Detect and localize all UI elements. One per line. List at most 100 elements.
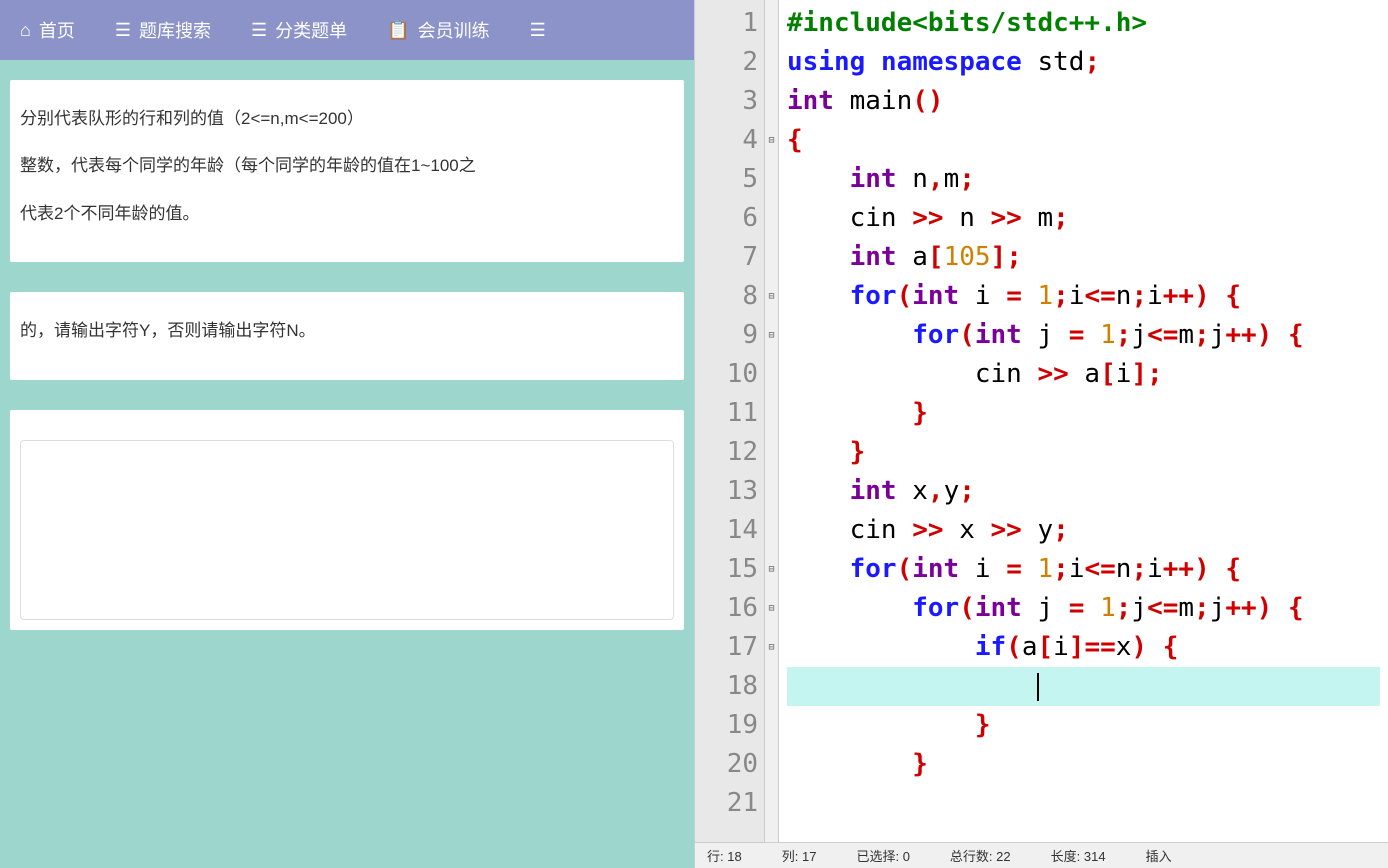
code-area[interactable]: 123456789101112131415161718192021 ⊟⊟⊟⊟⊟⊟… (695, 0, 1388, 842)
problem-content: 分别代表队形的行和列的值（2<=n,m<=200） 整数，代表每个同学的年龄（每… (0, 60, 694, 680)
line-number: 18 (695, 667, 758, 706)
fold-marker (765, 43, 778, 82)
problem-description: 分别代表队形的行和列的值（2<=n,m<=200） 整数，代表每个同学的年龄（每… (10, 80, 684, 262)
code-line[interactable]: int n,m; (787, 160, 1380, 199)
code-line[interactable]: cin >> x >> y; (787, 511, 1380, 550)
home-icon: ⌂ (20, 20, 31, 41)
fold-marker (765, 394, 778, 433)
text-cursor (1037, 673, 1039, 701)
fold-marker[interactable]: ⊟ (765, 121, 778, 160)
nav-label: 题库搜索 (139, 17, 211, 43)
nav-more[interactable]: ☰ (530, 20, 546, 41)
code-line[interactable] (787, 784, 1380, 823)
code-line[interactable]: for(int j = 1;j<=m;j++) { (787, 316, 1380, 355)
status-sel: 已选择: 0 (856, 846, 909, 865)
fold-marker (765, 745, 778, 784)
fold-marker[interactable]: ⊟ (765, 316, 778, 355)
fold-marker (765, 238, 778, 277)
fold-marker (765, 160, 778, 199)
line-number: 14 (695, 511, 758, 550)
fold-column: ⊟⊟⊟⊟⊟⊟ (765, 0, 779, 842)
nav-bar: ⌂ 首页 ☰ 题库搜索 ☰ 分类题单 📋 会员训练 ☰ (0, 0, 694, 60)
list-icon: ☰ (530, 20, 546, 41)
code-line[interactable]: for(int j = 1;j<=m;j++) { (787, 589, 1380, 628)
status-mode: 插入 (1146, 846, 1172, 865)
code-lines[interactable]: #include<bits/stdc++.h>using namespace s… (779, 0, 1388, 842)
line-number: 2 (695, 43, 758, 82)
code-line[interactable]: if(a[i]==x) { (787, 628, 1380, 667)
line-number: 9 (695, 316, 758, 355)
list-icon: ☰ (251, 20, 267, 41)
desc-line: 的，请输出字符Y，否则请输出字符N。 (20, 312, 674, 349)
code-line[interactable]: #include<bits/stdc++.h> (787, 4, 1380, 43)
code-line[interactable]: } (787, 433, 1380, 472)
line-number: 17 (695, 628, 758, 667)
line-number: 7 (695, 238, 758, 277)
fold-marker (765, 4, 778, 43)
code-line[interactable]: for(int i = 1;i<=n;i++) { (787, 277, 1380, 316)
nav-category[interactable]: ☰ 分类题单 (251, 17, 347, 43)
fold-marker (765, 433, 778, 472)
left-panel: ⌂ 首页 ☰ 题库搜索 ☰ 分类题单 📋 会员训练 ☰ 分别代表队形的行和列的值… (0, 0, 694, 868)
status-len: 长度: 314 (1051, 846, 1106, 865)
nav-label: 分类题单 (275, 17, 347, 43)
fold-marker (765, 82, 778, 121)
line-number: 8 (695, 277, 758, 316)
code-line[interactable]: { (787, 121, 1380, 160)
code-line[interactable]: int main() (787, 82, 1380, 121)
line-number: 5 (695, 160, 758, 199)
line-number: 12 (695, 433, 758, 472)
code-line[interactable]: cin >> a[i]; (787, 355, 1380, 394)
line-number: 6 (695, 199, 758, 238)
nav-label: 会员训练 (418, 17, 490, 43)
fold-marker (765, 355, 778, 394)
line-number: 20 (695, 745, 758, 784)
line-gutter: 123456789101112131415161718192021 (695, 0, 765, 842)
line-number: 1 (695, 4, 758, 43)
line-number: 4 (695, 121, 758, 160)
fold-marker (765, 199, 778, 238)
fold-marker[interactable]: ⊟ (765, 589, 778, 628)
desc-line: 代表2个不同年龄的值。 (20, 195, 674, 232)
line-number: 19 (695, 706, 758, 745)
fold-marker (765, 667, 778, 706)
code-line[interactable]: int x,y; (787, 472, 1380, 511)
fold-marker[interactable]: ⊟ (765, 277, 778, 316)
code-line[interactable]: using namespace std; (787, 43, 1380, 82)
line-number: 11 (695, 394, 758, 433)
calendar-icon: 📋 (387, 20, 409, 41)
code-line[interactable] (787, 667, 1380, 706)
code-line[interactable]: } (787, 394, 1380, 433)
line-number: 16 (695, 589, 758, 628)
output-description: 的，请输出字符Y，否则请输出字符N。 (10, 292, 684, 379)
nav-training[interactable]: 📋 会员训练 (387, 17, 489, 43)
list-icon: ☰ (115, 20, 131, 41)
status-col: 列: 17 (782, 846, 817, 865)
status-bar: 行: 18 列: 17 已选择: 0 总行数: 22 长度: 314 插入 (695, 842, 1388, 868)
fold-marker (765, 706, 778, 745)
desc-line: 分别代表队形的行和列的值（2<=n,m<=200） (20, 100, 674, 137)
code-line[interactable]: cin >> n >> m; (787, 199, 1380, 238)
code-line[interactable]: } (787, 745, 1380, 784)
line-number: 13 (695, 472, 758, 511)
code-editor-panel: 123456789101112131415161718192021 ⊟⊟⊟⊟⊟⊟… (694, 0, 1388, 868)
line-number: 15 (695, 550, 758, 589)
desc-line: 整数，代表每个同学的年龄（每个同学的年龄的值在1~100之 (20, 147, 674, 184)
nav-search[interactable]: ☰ 题库搜索 (115, 17, 211, 43)
code-line[interactable]: int a[105]; (787, 238, 1380, 277)
fold-marker[interactable]: ⊟ (765, 550, 778, 589)
fold-marker[interactable]: ⊟ (765, 628, 778, 667)
fold-marker (765, 472, 778, 511)
line-number: 21 (695, 784, 758, 823)
fold-marker (765, 784, 778, 823)
line-number: 3 (695, 82, 758, 121)
sample-input-box[interactable] (20, 440, 674, 620)
nav-home[interactable]: ⌂ 首页 (20, 17, 75, 43)
line-number: 10 (695, 355, 758, 394)
code-line[interactable]: } (787, 706, 1380, 745)
fold-marker (765, 511, 778, 550)
sample-section (10, 410, 684, 630)
code-line[interactable]: for(int i = 1;i<=n;i++) { (787, 550, 1380, 589)
nav-label: 首页 (39, 17, 75, 43)
status-row: 行: 18 (707, 846, 742, 865)
